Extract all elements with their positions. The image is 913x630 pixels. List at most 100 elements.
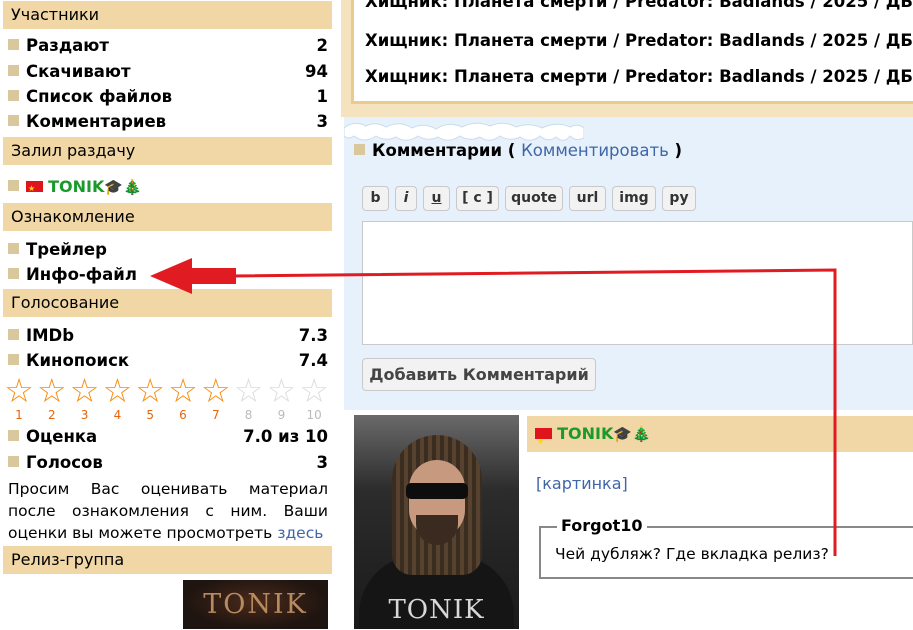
- star-number: 5: [146, 408, 154, 422]
- info-file-link[interactable]: Инфо-файл: [8, 264, 328, 286]
- release-group-logo[interactable]: TONIK: [183, 580, 328, 629]
- star-icon: ☆: [37, 371, 67, 410]
- torrent-sidebar: Участники Раздают 2 Скачивают 94 Список …: [0, 0, 341, 629]
- comments-count-label: Комментариев: [26, 112, 167, 131]
- star-number: 2: [47, 408, 56, 422]
- imdb-rating: 7.3: [298, 326, 328, 345]
- kinopoisk-row[interactable]: Кинопоиск 7.4: [8, 350, 328, 372]
- bullet-icon: [8, 115, 19, 126]
- leechers-count: 94: [305, 62, 328, 81]
- rating-star-3[interactable]: ☆ 3: [69, 371, 101, 423]
- uploader-user[interactable]: TONIK🎓🎄: [8, 175, 142, 201]
- voting-header: Голосование: [3, 289, 332, 317]
- seeders-label: Раздают: [26, 36, 109, 55]
- bullet-icon: [8, 65, 19, 76]
- star-icon: ☆: [4, 371, 34, 410]
- translit-button[interactable]: ру: [662, 186, 696, 211]
- score-row: Оценка 7.0 из 10: [8, 426, 328, 448]
- votes-label: Голосов: [26, 453, 103, 472]
- rating-star-2[interactable]: ☆ 2: [36, 371, 68, 423]
- quote-author: Forgot10: [557, 516, 647, 535]
- star-icon: ☆: [266, 371, 297, 410]
- comments-section: Комментарии ( Комментировать ) b i u [ c…: [344, 117, 913, 410]
- star-icon: ☆: [69, 371, 100, 410]
- star-number: 10: [306, 408, 322, 422]
- bullet-icon: [8, 90, 19, 101]
- bullet-icon: [354, 144, 365, 155]
- release-group-header: Релиз-группа: [3, 546, 332, 574]
- bold-button[interactable]: b: [362, 186, 389, 211]
- star-number: 1: [15, 408, 23, 422]
- post-author-bar: TONIK🎓🎄: [527, 416, 913, 460]
- kinopoisk-rating: 7.4: [298, 351, 328, 370]
- post-author-name[interactable]: TONIK: [557, 424, 613, 443]
- star-icon: ☆: [135, 371, 165, 410]
- star-icon: ☆: [168, 371, 198, 410]
- user-badges-icon: 🎓🎄: [613, 425, 651, 443]
- bullet-icon: [8, 268, 19, 279]
- comment-textarea[interactable]: [362, 221, 913, 345]
- voting-note-link[interactable]: здесь: [277, 524, 323, 542]
- leechers-row[interactable]: Скачивают 94: [8, 61, 328, 83]
- comments-open-paren: (: [507, 141, 516, 160]
- image-button[interactable]: img: [612, 186, 656, 211]
- bullet-icon: [8, 354, 19, 365]
- flag-icon: [535, 424, 552, 460]
- preview-header: Ознакомление: [3, 203, 332, 231]
- imdb-row[interactable]: IMDb 7.3: [8, 325, 328, 347]
- comments-count-row[interactable]: Комментариев 3: [8, 111, 328, 133]
- rating-star-10[interactable]: ☆ 10: [298, 371, 330, 423]
- star-number: 9: [277, 408, 286, 422]
- voting-note: Просим Вас оценивать материал после озна…: [8, 478, 328, 544]
- flag-icon: [26, 177, 43, 201]
- picture-link[interactable]: [картинка]: [536, 474, 628, 493]
- participants-header: Участники: [3, 1, 332, 29]
- download-link[interactable]: Хищник: Планета смерти / Predator: Badla…: [365, 31, 913, 50]
- comments-count-value: 3: [316, 112, 328, 131]
- rating-star-5[interactable]: ☆ 5: [134, 371, 166, 423]
- underline-button[interactable]: u: [423, 186, 450, 211]
- star-rating-widget[interactable]: ☆ 1 ☆ 2 ☆ 3 ☆ 4 ☆ 5 ☆ 6 ☆ 7 ☆ 8 ☆ 9 ☆ 10: [3, 374, 332, 424]
- uploader-username[interactable]: TONIK: [48, 177, 104, 196]
- url-button[interactable]: url: [569, 186, 606, 211]
- rating-star-1[interactable]: ☆ 1: [3, 371, 35, 423]
- download-link[interactable]: Хищник: Планета смерти / Predator: Badla…: [365, 0, 913, 11]
- leechers-label: Скачивают: [26, 62, 131, 81]
- italic-button[interactable]: i: [395, 186, 417, 211]
- code-button[interactable]: [ c ]: [456, 186, 499, 211]
- rating-star-9[interactable]: ☆ 9: [265, 371, 297, 423]
- star-icon: ☆: [102, 371, 133, 410]
- sunglasses: [406, 483, 468, 499]
- score-label: Оценка: [26, 427, 98, 446]
- star-icon: ☆: [201, 371, 231, 410]
- trailer-link[interactable]: Трейлер: [8, 239, 328, 261]
- user-avatar[interactable]: TONIK: [354, 415, 519, 629]
- add-comment-button[interactable]: Добавить Комментарий: [362, 358, 596, 391]
- user-badges-icon: 🎓🎄: [104, 178, 142, 196]
- comment-post: TONIK TONIK🎓🎄 [картинка] Forgot10 Чей ду…: [344, 410, 913, 629]
- imdb-label: IMDb: [26, 326, 75, 345]
- rating-star-4[interactable]: ☆ 4: [101, 371, 133, 423]
- rating-star-8[interactable]: ☆ 8: [233, 371, 265, 423]
- quote-button[interactable]: quote: [505, 186, 563, 211]
- star-number: 8: [244, 408, 253, 422]
- star-icon: ☆: [233, 371, 264, 410]
- download-link[interactable]: Хищник: Планета смерти / Predator: Badla…: [365, 67, 913, 86]
- file-list-label: Список файлов: [26, 87, 173, 106]
- votes-count: 3: [316, 453, 328, 472]
- comments-title-text: Комментарии: [372, 141, 503, 160]
- star-number: 3: [80, 408, 89, 422]
- bullet-icon: [8, 39, 19, 50]
- quote-text: Чей дубляж? Где вкладка релиз?: [555, 545, 829, 563]
- info-file-label: Инфо-файл: [26, 265, 137, 284]
- star-number: 4: [113, 408, 122, 422]
- rating-star-6[interactable]: ☆ 6: [167, 371, 199, 423]
- rating-star-7[interactable]: ☆ 7: [200, 371, 232, 423]
- file-list-row[interactable]: Список файлов 1: [8, 86, 328, 108]
- star-icon: ☆: [299, 371, 329, 410]
- seeders-row[interactable]: Раздают 2: [8, 35, 328, 57]
- star-number: 7: [211, 408, 220, 422]
- uploader-header: Залил раздачу: [3, 137, 332, 165]
- bullet-icon: [8, 430, 19, 441]
- write-comment-link[interactable]: Комментировать: [521, 141, 669, 160]
